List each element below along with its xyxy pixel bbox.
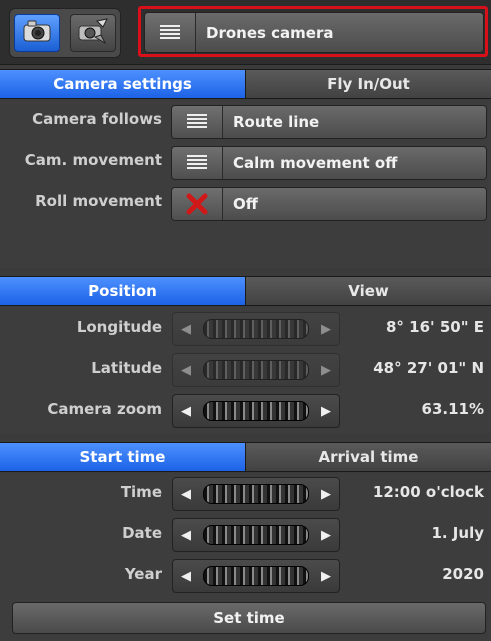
time-tabs: Start time Arrival time [0,442,491,472]
year-slider[interactable]: ◀ ▶ [172,559,340,593]
latitude-value: 48° 27' 01" N [373,359,484,377]
right-arrow-icon[interactable]: ▶ [319,404,333,419]
left-arrow-icon[interactable]: ◀ [179,363,193,378]
slider-track[interactable] [203,319,309,339]
longitude-value: 8° 16' 50" E [385,318,484,336]
right-arrow-icon[interactable]: ▶ [319,363,333,378]
latitude-slider[interactable]: ◀ ▶ [172,353,340,387]
camera-follows-label: Camera follows [32,110,162,128]
left-arrow-icon[interactable]: ◀ [179,404,193,419]
roll-movement-toggle[interactable]: Off [171,187,487,221]
camera-settings-panel: Camera follows Route line Cam. movement … [0,100,491,268]
longitude-label: Longitude [76,318,162,336]
right-arrow-icon[interactable]: ▶ [319,528,333,543]
camera-mode-button[interactable] [14,14,60,52]
hamburger-menu-icon [145,13,196,52]
position-tabs: Position View [0,276,491,306]
cam-movement-label: Cam. movement [24,151,162,169]
camera-icon [22,19,52,47]
tab-start-time[interactable]: Start time [0,443,245,471]
camera-zoom-label: Camera zoom [47,400,162,418]
tab-camera-settings[interactable]: Camera settings [0,70,245,98]
left-arrow-icon[interactable]: ◀ [179,487,193,502]
top-toolbar: Drones camera [0,0,491,65]
camera-type-dropdown[interactable]: Drones camera [138,6,488,57]
year-label: Year [124,565,162,583]
red-x-icon [172,188,223,220]
set-time-button[interactable]: Set time [12,602,486,634]
camera-zoom-slider[interactable]: ◀ ▶ [172,394,340,428]
tab-view[interactable]: View [245,277,491,305]
time-slider[interactable]: ◀ ▶ [172,477,340,511]
slider-track[interactable] [203,484,309,504]
drone-camera-mode-button[interactable] [70,14,116,52]
camera-type-label: Drones camera [196,13,483,52]
tab-position[interactable]: Position [0,277,245,305]
camera-zoom-value: 63.11% [421,400,484,418]
cam-movement-value: Calm movement off [223,147,486,179]
cam-movement-dropdown[interactable]: Calm movement off [171,146,487,180]
tab-fly-in-out[interactable]: Fly In/Out [245,70,491,98]
camera-mode-group [9,8,121,58]
slider-track[interactable] [203,401,309,421]
hamburger-menu-icon [172,106,223,138]
time-label: Time [120,483,162,501]
left-arrow-icon[interactable]: ◀ [179,528,193,543]
date-slider[interactable]: ◀ ▶ [172,518,340,552]
longitude-slider[interactable]: ◀ ▶ [172,312,340,346]
year-value: 2020 [442,565,484,583]
camera-follows-value: Route line [223,106,486,138]
right-arrow-icon[interactable]: ▶ [319,487,333,502]
left-arrow-icon[interactable]: ◀ [179,322,193,337]
tab-arrival-time[interactable]: Arrival time [245,443,491,471]
hamburger-menu-icon [172,147,223,179]
drone-camera-icon [77,17,109,49]
date-value: 1. July [431,524,484,542]
slider-track[interactable] [203,566,309,586]
camera-tabs: Camera settings Fly In/Out [0,69,491,99]
left-arrow-icon[interactable]: ◀ [179,569,193,584]
latitude-label: Latitude [91,359,162,377]
time-value: 12:00 o'clock [372,483,484,501]
roll-movement-label: Roll movement [35,192,162,210]
position-panel: Longitude ◀ ▶ 8° 16' 50" E Latitude ◀ ▶ … [0,307,491,433]
right-arrow-icon[interactable]: ▶ [319,322,333,337]
roll-movement-value: Off [223,188,486,220]
slider-track[interactable] [203,360,309,380]
right-arrow-icon[interactable]: ▶ [319,569,333,584]
camera-follows-dropdown[interactable]: Route line [171,105,487,139]
date-label: Date [122,524,162,542]
slider-track[interactable] [203,525,309,545]
